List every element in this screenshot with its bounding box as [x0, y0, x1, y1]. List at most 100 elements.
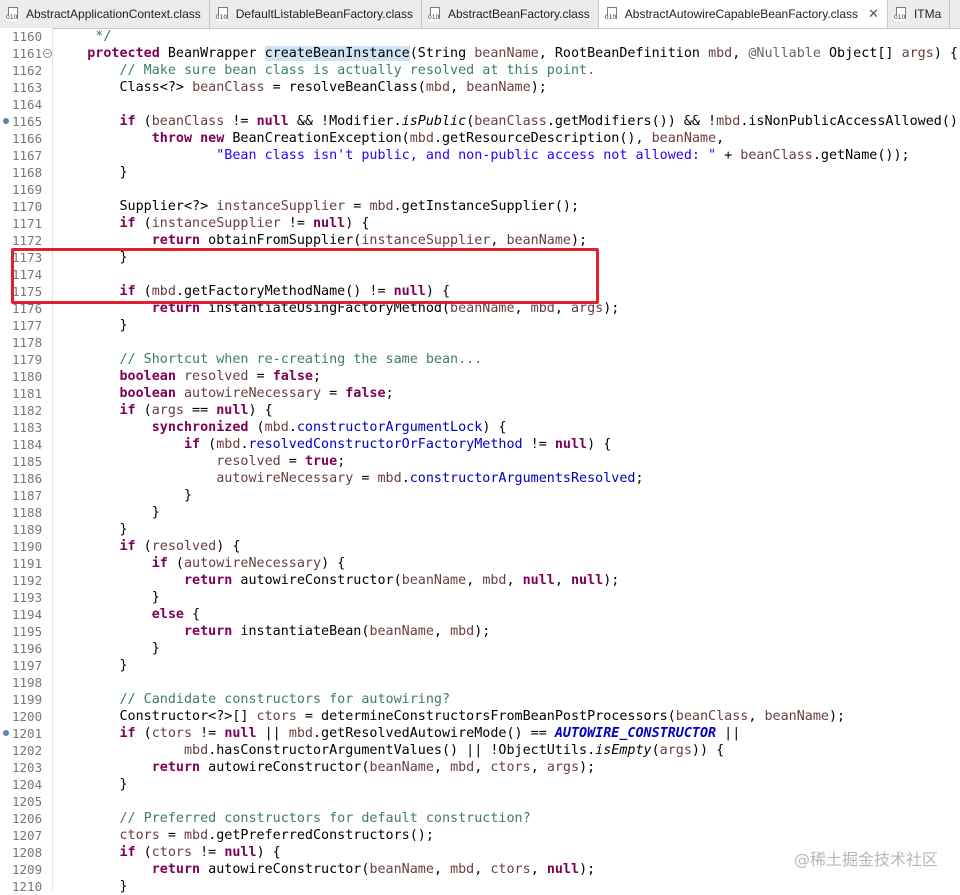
code-token: ctors — [119, 828, 160, 843]
code-text[interactable]: } — [55, 640, 160, 657]
code-text[interactable]: boolean resolved = false; — [55, 368, 322, 385]
code-token: return — [151, 301, 201, 316]
code-token: . — [288, 420, 297, 435]
override-marker-icon[interactable] — [3, 118, 9, 124]
code-token: null — [224, 726, 257, 741]
class-file-icon: 010 — [893, 7, 908, 21]
code-text[interactable]: autowireNecessary = mbd.constructorArgum… — [55, 470, 643, 487]
code-token: .isNonPublicAccessAllowed()) { — [740, 114, 960, 129]
code-token: @Nullable — [748, 46, 821, 61]
line-number: 1200 — [12, 709, 43, 724]
code-line: 1162 // Make sure bean class is actually… — [0, 62, 960, 79]
code-text[interactable]: if (resolved) { — [55, 538, 241, 555]
fold-toggle-icon[interactable]: − — [43, 49, 52, 58]
code-text[interactable]: return obtainFromSupplier(instanceSuppli… — [55, 232, 587, 249]
code-text[interactable]: if (ctors != null || mbd.getResolvedAuto… — [55, 725, 741, 742]
code-text[interactable]: protected BeanWrapper createBeanInstance… — [55, 45, 958, 62]
code-token: beanClass — [151, 114, 225, 129]
code-text[interactable]: else { — [55, 606, 200, 623]
code-text[interactable]: Supplier<?> instanceSupplier = mbd.getIn… — [55, 198, 579, 215]
code-text[interactable]: return autowireConstructor(beanName, mbd… — [55, 861, 595, 878]
code-text[interactable]: if (beanClass != null && !Modifier.isPub… — [55, 113, 960, 130]
code-text[interactable]: mbd.hasConstructorArgumentValues() || !O… — [55, 742, 724, 759]
code-text[interactable]: // Shortcut when re-creating the same be… — [55, 351, 483, 368]
editor-tab[interactable]: 010 ITMa — [888, 0, 951, 28]
code-token: } — [55, 505, 160, 520]
code-text[interactable]: if (mbd.resolvedConstructorOrFactoryMeth… — [55, 436, 611, 453]
code-line: 1163 Class<?> beanClass = resolveBeanCla… — [0, 79, 960, 96]
code-line: 1207 ctors = mbd.getPreferredConstructor… — [0, 827, 960, 844]
code-text[interactable]: if (ctors != null) { — [55, 844, 281, 861]
code-token: if — [119, 403, 136, 418]
code-token: = — [345, 199, 370, 214]
code-text[interactable]: } — [55, 657, 127, 674]
line-number: 1166 — [12, 131, 43, 146]
editor-tab[interactable]: 010 DefaultListableBeanFactory.class — [210, 0, 422, 28]
code-token: AUTOWIRE_CONSTRUCTOR — [554, 726, 717, 741]
code-text[interactable]: } — [55, 521, 127, 538]
close-icon[interactable]: ✕ — [868, 6, 879, 22]
code-token: ( — [651, 743, 660, 758]
code-token: autowireNecessary — [216, 471, 354, 486]
code-text[interactable]: // Candidate constructors for autowiring… — [55, 691, 451, 708]
editor-tab[interactable]: 010 AbstractApplicationContext.class — [0, 0, 210, 28]
code-token: , — [530, 760, 547, 775]
code-line: 1189 } — [0, 521, 960, 538]
code-token: args — [546, 760, 580, 775]
code-text[interactable]: */ — [55, 28, 111, 45]
code-token: boolean — [119, 386, 176, 401]
code-text[interactable]: // Make sure bean class is actually reso… — [55, 62, 596, 79]
code-text[interactable]: Class<?> beanClass = resolveBeanClass(mb… — [55, 79, 546, 96]
code-token: .hasConstructorArgumentValues() || !Obje… — [208, 743, 596, 758]
code-text[interactable]: } — [55, 589, 160, 606]
code-text[interactable]: resolved = true; — [55, 453, 345, 470]
line-number: 1206 — [12, 811, 43, 826]
code-text[interactable]: } — [55, 776, 127, 793]
code-token: if — [119, 284, 136, 299]
code-text[interactable]: if (mbd.getFactoryMethodName() != null) … — [55, 283, 451, 300]
line-number: 1205 — [12, 794, 43, 809]
code-text[interactable]: throw new BeanCreationException(mbd.getR… — [55, 130, 724, 147]
override-marker-icon[interactable] — [3, 730, 9, 736]
code-text[interactable]: } — [55, 878, 127, 895]
code-line: 1188 } — [0, 504, 960, 521]
code-token: mbd — [264, 420, 289, 435]
code-text[interactable]: } — [55, 504, 160, 521]
code-text[interactable]: } — [55, 164, 127, 181]
editor-tab[interactable]: 010 AbstractAutowireCapableBeanFactory.cl… — [598, 0, 888, 28]
code-token: null — [571, 573, 604, 588]
code-token: } — [55, 318, 128, 333]
code-text[interactable]: if (autowireNecessary) { — [55, 555, 346, 572]
code-text[interactable]: ctors = mbd.getPreferredConstructors(); — [55, 827, 434, 844]
code-text[interactable]: // Preferred constructors for default co… — [55, 810, 531, 827]
code-text[interactable]: } — [55, 487, 192, 504]
code-text[interactable]: } — [55, 249, 127, 266]
code-text[interactable]: boolean autowireNecessary = false; — [55, 385, 394, 402]
code-token: instanceSupplier — [151, 216, 281, 231]
code-token: obtainFromSupplier( — [200, 233, 362, 248]
code-token: ( — [167, 556, 184, 571]
code-text[interactable]: return autowireConstructor(beanName, mbd… — [55, 759, 595, 776]
code-token: = determineConstructorsFromBeanPostProce… — [296, 709, 676, 724]
code-text[interactable]: if (instanceSupplier != null) { — [55, 215, 370, 232]
code-editor[interactable]: 1160 */1161− protected BeanWrapper creat… — [0, 28, 960, 895]
code-text[interactable]: } — [55, 317, 128, 334]
line-number: 1161 — [12, 46, 43, 61]
code-text[interactable]: return autowireConstructor(beanName, mbd… — [55, 572, 619, 589]
code-text[interactable]: "Bean class isn't public, and non-public… — [55, 147, 909, 164]
editor-tab[interactable]: 010 AbstractBeanFactory.class — [422, 0, 599, 28]
code-text[interactable]: if (args == null) { — [55, 402, 273, 419]
code-token: , — [433, 624, 451, 639]
code-text[interactable]: return instantiateUsingFactoryMethod(bea… — [55, 300, 620, 317]
code-token: Class<?> — [55, 80, 193, 95]
watermark-text: @稀土掘金技术社区 — [793, 850, 938, 869]
code-text[interactable]: synchronized (mbd.constructorArgumentLoc… — [55, 419, 507, 436]
code-token: ctors — [490, 862, 531, 877]
code-text[interactable]: return instantiateBean(beanName, mbd); — [55, 623, 490, 640]
code-token: } — [55, 641, 160, 656]
code-text[interactable]: Constructor<?>[] ctors = determineConstr… — [55, 708, 845, 725]
